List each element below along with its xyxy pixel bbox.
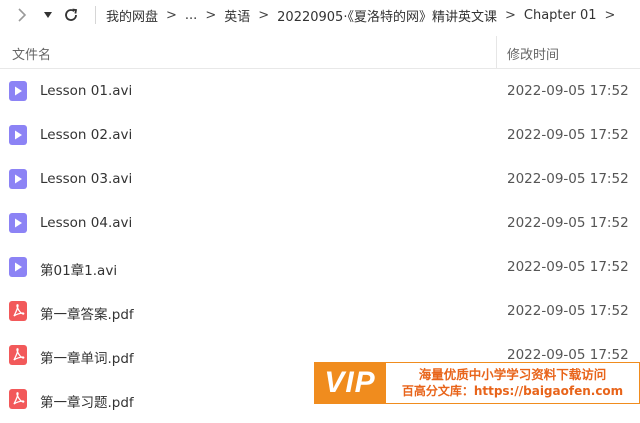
breadcrumb-item-ellipsis[interactable]: ... — [185, 8, 197, 23]
pdf-file-icon — [9, 389, 27, 409]
file-modified-time: 2022-09-05 17:52 — [507, 347, 629, 363]
watermark-banner: VIP 海量优质中小学学习资料下载访问 百高分文库：https://baigao… — [314, 362, 640, 404]
forward-button[interactable] — [12, 4, 32, 26]
column-divider[interactable] — [496, 36, 497, 68]
breadcrumb-item-english[interactable]: 英语 — [224, 6, 250, 25]
file-name[interactable]: Lesson 04.avi — [40, 215, 132, 231]
refresh-button[interactable] — [60, 4, 82, 26]
video-file-icon — [9, 169, 27, 189]
file-name[interactable]: Lesson 01.avi — [40, 83, 132, 99]
file-row[interactable]: Lesson 04.avi 2022-09-05 17:52 — [0, 202, 640, 246]
file-modified-time: 2022-09-05 17:52 — [507, 259, 629, 275]
file-modified-time: 2022-09-05 17:52 — [507, 83, 629, 99]
column-header: 文件名 修改时间 — [0, 36, 640, 69]
file-name[interactable]: 第一章单词.pdf — [40, 347, 134, 367]
watermark-line-1: 海量优质中小学学习资料下载访问 — [418, 367, 607, 382]
file-modified-time: 2022-09-05 17:52 — [507, 215, 629, 231]
watermark-logo: VIP — [314, 362, 386, 404]
video-file-icon — [9, 213, 27, 233]
file-modified-time: 2022-09-05 17:52 — [507, 171, 629, 187]
file-name[interactable]: Lesson 02.avi — [40, 127, 132, 143]
pdf-file-icon — [9, 345, 27, 365]
breadcrumb-item-course[interactable]: 20220905·《夏洛特的网》精讲英文课 — [277, 6, 497, 25]
file-row[interactable]: Lesson 01.avi 2022-09-05 17:52 — [0, 70, 640, 114]
refresh-icon — [65, 8, 78, 21]
breadcrumb-item-root[interactable]: 我的网盘 — [106, 6, 158, 25]
breadcrumb-separator: > — [504, 7, 516, 23]
video-file-icon — [9, 125, 27, 145]
breadcrumb-separator: > — [205, 7, 217, 23]
file-modified-time: 2022-09-05 17:52 — [507, 303, 629, 319]
file-row[interactable]: 第01章1.avi 2022-09-05 17:52 — [0, 246, 640, 290]
video-file-icon — [9, 257, 27, 277]
file-name[interactable]: Lesson 03.avi — [40, 171, 132, 187]
column-header-modified[interactable]: 修改时间 — [507, 44, 559, 63]
breadcrumb-separator[interactable]: > — [605, 8, 616, 23]
file-name[interactable]: 第一章习题.pdf — [40, 391, 134, 411]
file-name[interactable]: 第01章1.avi — [40, 259, 117, 279]
pdf-file-icon — [9, 301, 27, 321]
breadcrumb-separator: > — [166, 7, 177, 23]
file-row[interactable]: Lesson 03.avi 2022-09-05 17:52 — [0, 158, 640, 202]
watermark-line-2: 百高分文库：https://baigaofen.com — [401, 384, 624, 398]
breadcrumb: 我的网盘 > ... > 英语 > 20220905·《夏洛特的网》精讲英文课 … — [106, 6, 623, 25]
video-file-icon — [9, 81, 27, 101]
file-name[interactable]: 第一章答案.pdf — [40, 303, 134, 323]
breadcrumb-separator: > — [258, 7, 270, 23]
toolbar-divider — [95, 6, 96, 24]
file-modified-time: 2022-09-05 17:52 — [507, 127, 629, 143]
chevron-right-icon — [18, 8, 27, 22]
column-header-name[interactable]: 文件名 — [12, 44, 51, 63]
file-row[interactable]: Lesson 02.avi 2022-09-05 17:52 — [0, 114, 640, 158]
watermark-text: 海量优质中小学学习资料下载访问 百高分文库：https://baigaofen.… — [386, 362, 640, 404]
file-row[interactable]: 第一章答案.pdf 2022-09-05 17:52 — [0, 290, 640, 334]
breadcrumb-item-chapter[interactable]: Chapter 01 — [524, 8, 597, 23]
history-dropdown-button[interactable] — [40, 4, 56, 26]
navigation-bar: 我的网盘 > ... > 英语 > 20220905·《夏洛特的网》精讲英文课 … — [0, 0, 640, 30]
caret-down-icon — [44, 12, 52, 18]
